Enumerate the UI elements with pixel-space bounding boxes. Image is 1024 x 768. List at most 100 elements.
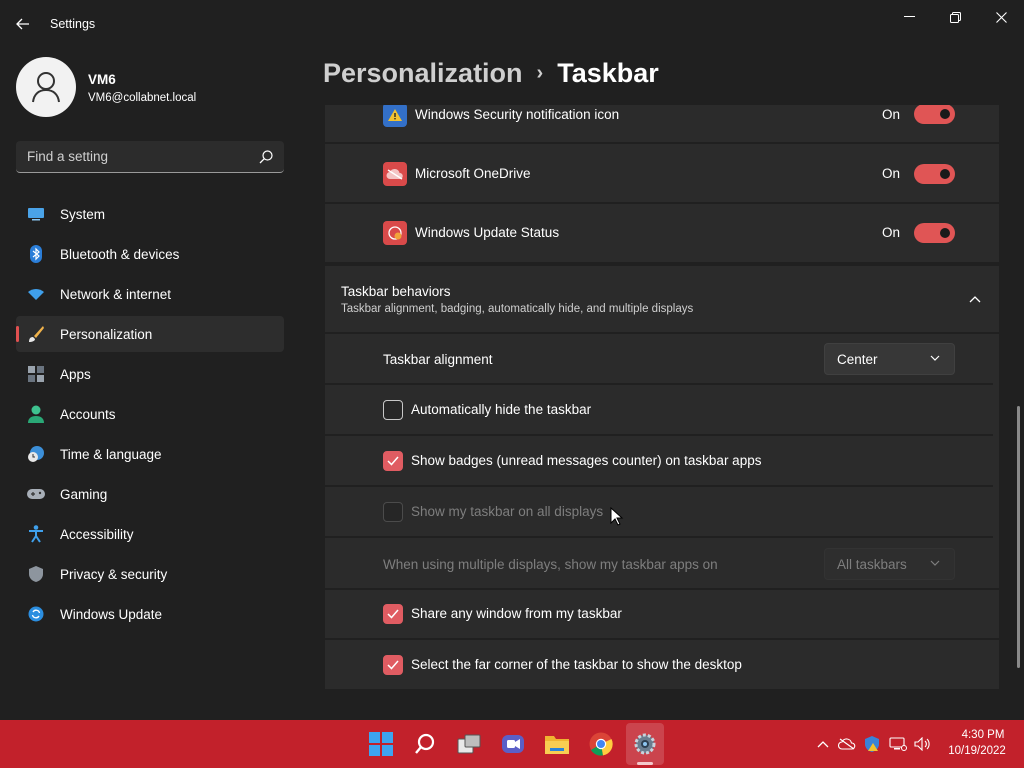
restore-button[interactable] <box>932 2 978 32</box>
sidebar-item-label: Accounts <box>60 406 116 422</box>
sidebar-item-privacy-security[interactable]: Privacy & security <box>16 556 284 592</box>
share-window-checkbox[interactable] <box>383 604 403 624</box>
sidebar-item-accounts[interactable]: Accounts <box>16 396 284 432</box>
search-icon[interactable] <box>411 730 439 758</box>
chevron-down-icon <box>930 560 940 566</box>
clock-globe-icon <box>27 445 45 463</box>
section-subtitle: Taskbar alignment, badging, automaticall… <box>341 303 694 315</box>
sidebar-item-label: Apps <box>60 366 91 382</box>
active-app-indicator <box>637 762 653 765</box>
sidebar-item-network[interactable]: Network & internet <box>16 276 284 312</box>
divider <box>325 202 999 204</box>
clock-date[interactable]: 10/19/2022 <box>944 745 1010 757</box>
sidebar-item-bluetooth[interactable]: Bluetooth & devices <box>16 236 284 272</box>
bluetooth-icon <box>27 245 45 263</box>
onedrive-tray-icon[interactable] <box>838 736 856 752</box>
taskbar-alignment-label: Taskbar alignment <box>383 352 493 367</box>
checkmark-icon <box>387 609 399 619</box>
start-icon[interactable] <box>367 730 395 758</box>
dropdown-value: All taskbars <box>837 556 907 572</box>
restore-icon <box>949 11 961 23</box>
user-email: VM6@collabnet.local <box>88 92 197 104</box>
chrome-icon[interactable] <box>587 730 615 758</box>
divider <box>325 383 993 385</box>
sidebar-item-time-language[interactable]: Time & language <box>16 436 284 472</box>
onedrive-icon <box>383 162 407 186</box>
sidebar-item-label: Bluetooth & devices <box>60 246 180 262</box>
content-scrollbar[interactable] <box>1017 406 1020 668</box>
person-icon <box>27 405 45 423</box>
settings-icon[interactable] <box>631 730 659 758</box>
tray-item-label: Windows Update Status <box>415 225 560 240</box>
user-name: VM6 <box>88 72 116 87</box>
sidebar-item-label: Time & language <box>60 446 162 462</box>
divider <box>325 588 999 590</box>
all-displays-label: Show my taskbar on all displays <box>411 504 604 519</box>
close-button[interactable] <box>978 2 1024 32</box>
wifi-icon <box>27 285 45 303</box>
divider <box>325 434 993 436</box>
onedrive-toggle[interactable] <box>914 164 955 184</box>
avatar[interactable] <box>16 57 76 117</box>
file-explorer-icon[interactable] <box>543 730 571 758</box>
gamepad-icon <box>27 485 45 503</box>
sidebar-item-system[interactable]: System <box>16 196 284 232</box>
paintbrush-icon <box>27 325 45 343</box>
minimize-button[interactable] <box>886 2 932 32</box>
security-tray-icon[interactable] <box>863 736 881 752</box>
sidebar-item-apps[interactable]: Apps <box>16 356 284 392</box>
taskbar-behaviors-header[interactable] <box>325 266 999 332</box>
back-button[interactable] <box>10 11 36 37</box>
divider <box>325 485 993 487</box>
search-input[interactable] <box>16 141 252 172</box>
sidebar-item-personalization[interactable]: Personalization <box>16 316 284 352</box>
title-bar: Settings <box>0 0 1024 48</box>
chevron-down-icon <box>930 355 940 361</box>
chevron-up-icon[interactable] <box>814 736 832 752</box>
chevron-up-icon[interactable] <box>969 295 981 303</box>
windows-update-status-icon <box>383 221 407 245</box>
windows-security-toggle[interactable] <box>914 105 955 124</box>
show-badges-checkbox[interactable] <box>383 451 403 471</box>
accessibility-icon <box>27 525 45 543</box>
back-arrow-icon <box>16 18 29 30</box>
multi-display-dropdown[interactable]: All taskbars <box>824 548 955 580</box>
sidebar-item-label: Gaming <box>60 486 108 502</box>
sidebar-item-windows-update[interactable]: Windows Update <box>16 596 284 632</box>
windows-update-status-toggle[interactable] <box>914 223 955 243</box>
tray-icons-card: Windows Security notification icon On Mi… <box>325 105 999 262</box>
search-icon[interactable] <box>258 149 274 165</box>
teams-chat-icon[interactable] <box>499 730 527 758</box>
checkmark-icon <box>387 456 399 466</box>
taskbar-alignment-dropdown[interactable]: Center <box>824 343 955 375</box>
breadcrumb: Personalization › Taskbar <box>323 58 659 89</box>
mouse-cursor-icon <box>610 507 624 526</box>
task-view-icon[interactable] <box>455 730 483 758</box>
dropdown-value: Center <box>837 351 878 367</box>
tray-item-label: Microsoft OneDrive <box>415 166 531 181</box>
toggle-state-label: On <box>882 107 901 122</box>
show-badges-label: Show badges (unread messages counter) on… <box>411 453 762 468</box>
network-tray-icon[interactable] <box>889 736 907 752</box>
breadcrumb-separator: › <box>536 62 544 84</box>
sidebar-item-label: Personalization <box>60 326 153 342</box>
sidebar-nav: System Bluetooth & devices Network & int… <box>16 196 284 636</box>
all-displays-checkbox[interactable] <box>383 502 403 522</box>
shield-icon <box>27 565 45 583</box>
sidebar-item-gaming[interactable]: Gaming <box>16 476 284 512</box>
toggle-state-label: On <box>882 166 901 181</box>
auto-hide-checkbox[interactable] <box>383 400 403 420</box>
person-icon <box>32 72 60 103</box>
sidebar-item-label: Accessibility <box>60 526 134 542</box>
breadcrumb-parent[interactable]: Personalization <box>323 58 523 89</box>
sidebar-item-label: Privacy & security <box>60 566 168 582</box>
checkmark-icon <box>387 660 399 670</box>
far-corner-checkbox[interactable] <box>383 655 403 675</box>
volume-icon[interactable] <box>914 736 932 752</box>
search-box[interactable] <box>16 141 284 173</box>
clock-time[interactable]: 4:30 PM <box>958 729 1008 741</box>
sidebar-item-accessibility[interactable]: Accessibility <box>16 516 284 552</box>
windows-security-icon <box>383 105 407 127</box>
share-window-label: Share any window from my taskbar <box>411 606 622 621</box>
close-icon <box>995 11 1007 23</box>
